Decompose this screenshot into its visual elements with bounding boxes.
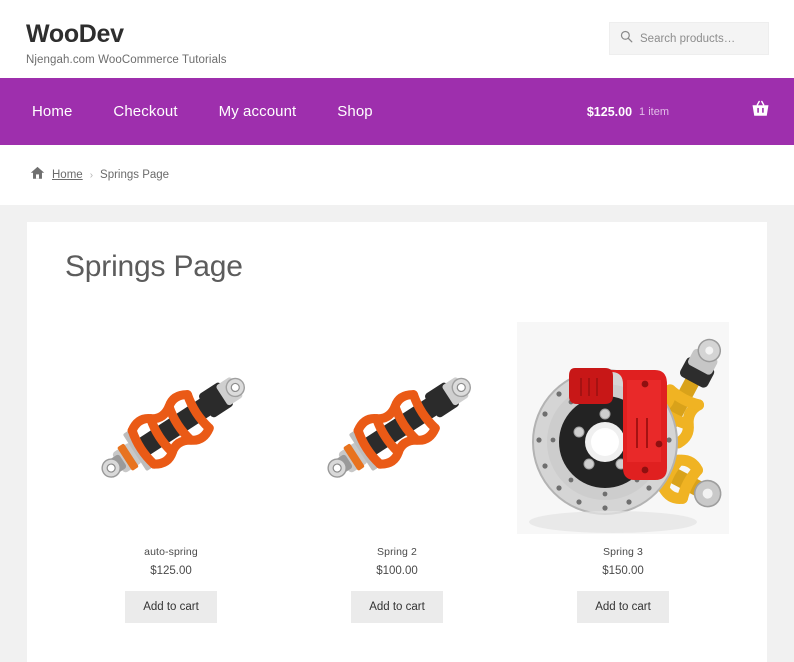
site-title: WooDev [26, 20, 124, 48]
primary-navigation-bar: Home Checkout My account Shop $125.00 1 … [0, 78, 794, 145]
product-title[interactable]: auto-spring [65, 546, 277, 558]
search-input[interactable] [640, 32, 758, 45]
add-to-cart-button[interactable]: Add to cart [125, 591, 217, 623]
product-price: $125.00 [150, 565, 192, 577]
site-branding[interactable]: WooDev Njengah.com WooCommerce Tutorials [24, 20, 227, 66]
product-price: $150.00 [602, 565, 644, 577]
breadcrumb-home-link[interactable]: Home [52, 169, 83, 181]
nav-item-shop[interactable]: Shop [337, 103, 372, 120]
nav-item-home[interactable]: Home [32, 103, 72, 120]
product-card[interactable]: auto-spring $125.00 Add to cart [65, 322, 277, 623]
cart-summary[interactable]: $125.00 1 item [587, 100, 770, 123]
breadcrumb: Home › Springs Page [24, 166, 169, 185]
page-root: WooDev Njengah.com WooCommerce Tutorials… [0, 0, 794, 662]
content-card: Springs Page auto-spring $125.00 Add to … [27, 222, 767, 662]
product-image-spring-2[interactable] [291, 322, 503, 534]
product-image-auto-spring[interactable] [65, 322, 277, 534]
product-price: $100.00 [376, 565, 418, 577]
product-card[interactable]: Spring 3 $150.00 Add to cart [517, 322, 729, 623]
add-to-cart-button[interactable]: Add to cart [351, 591, 443, 623]
product-image-spring-3[interactable] [517, 322, 729, 534]
site-header: WooDev Njengah.com WooCommerce Tutorials [0, 0, 794, 78]
nav-item-my-account[interactable]: My account [219, 103, 297, 120]
search-icon [620, 30, 633, 48]
page-title: Springs Page [65, 250, 243, 283]
breadcrumb-separator: › [89, 169, 94, 181]
product-search[interactable] [609, 22, 769, 55]
content-area: Springs Page auto-spring $125.00 Add to … [0, 205, 794, 662]
add-to-cart-button[interactable]: Add to cart [577, 591, 669, 623]
shopping-basket-icon[interactable] [751, 100, 770, 123]
breadcrumb-bar: Home › Springs Page [0, 145, 794, 205]
site-tagline: Njengah.com WooCommerce Tutorials [26, 53, 227, 66]
product-title[interactable]: Spring 2 [291, 546, 503, 558]
product-grid: auto-spring $125.00 Add to cart Spring 2… [61, 322, 733, 623]
cart-total: $125.00 [586, 104, 633, 119]
primary-menu: Home Checkout My account Shop [24, 103, 373, 120]
product-title[interactable]: Spring 3 [517, 546, 729, 558]
nav-item-checkout[interactable]: Checkout [113, 103, 177, 120]
product-card[interactable]: Spring 2 $100.00 Add to cart [291, 322, 503, 623]
breadcrumb-current: Springs Page [100, 169, 170, 181]
cart-item-count: 1 item [639, 105, 669, 118]
home-icon[interactable] [30, 166, 45, 185]
